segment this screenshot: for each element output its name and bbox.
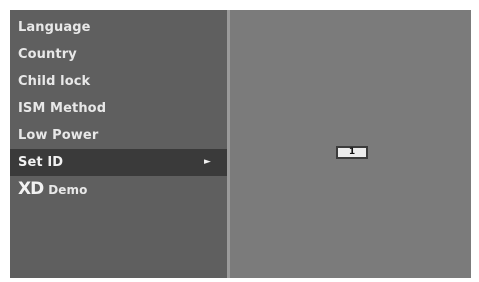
- menu-item-xd-demo[interactable]: XD Demo: [10, 176, 227, 203]
- option-menu-panel: Language Country Child lock ISM Method L…: [10, 10, 227, 278]
- option-menu: Language Country Child lock ISM Method L…: [10, 14, 227, 203]
- menu-item-label: Demo: [48, 183, 88, 197]
- menu-item-label: Child lock: [18, 74, 91, 89]
- menu-item-label: Set ID: [18, 155, 64, 170]
- menu-item-low-power[interactable]: Low Power: [10, 122, 227, 149]
- xd-logo: XD: [18, 179, 44, 199]
- menu-item-label: Country: [18, 47, 77, 62]
- menu-item-set-id[interactable]: Set ID ►: [10, 149, 227, 176]
- arrow-right-icon: ►: [204, 157, 212, 167]
- menu-item-child-lock[interactable]: Child lock: [10, 68, 227, 95]
- settings-screen: Language Country Child lock ISM Method L…: [10, 10, 471, 278]
- menu-item-ism-method[interactable]: ISM Method: [10, 95, 227, 122]
- menu-item-label: Language: [18, 20, 91, 35]
- set-id-value-field[interactable]: 1: [336, 146, 368, 159]
- menu-item-country[interactable]: Country: [10, 41, 227, 68]
- set-id-panel: 1: [230, 10, 471, 278]
- menu-item-language[interactable]: Language: [10, 14, 227, 41]
- menu-item-label: Low Power: [18, 128, 99, 143]
- menu-item-label: ISM Method: [18, 101, 107, 116]
